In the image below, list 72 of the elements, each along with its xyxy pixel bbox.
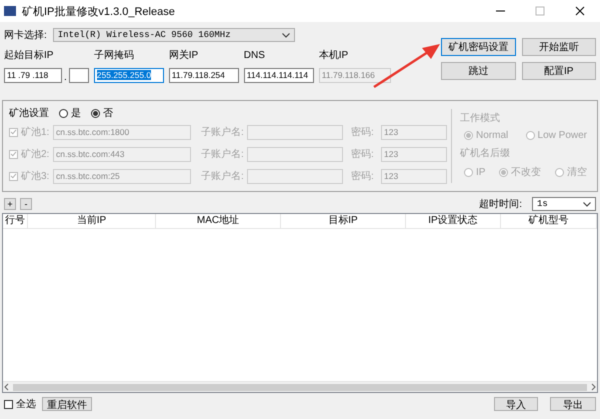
radio-button[interactable] <box>91 108 100 118</box>
column-header[interactable]: 矿机型号 <box>501 214 597 228</box>
export-button[interactable]: 导出 <box>550 397 596 411</box>
field-label: 子账户名: <box>201 170 245 183</box>
column-header[interactable]: 行号 <box>3 214 28 228</box>
pool-label: 矿池2: <box>21 148 50 161</box>
scroll-right-icon[interactable] <box>589 383 597 391</box>
radio-button[interactable] <box>464 168 473 176</box>
import-button[interactable]: 导入 <box>494 397 538 411</box>
field-label: 子账户名: <box>201 148 245 161</box>
scroll-left-icon[interactable] <box>3 383 11 391</box>
radio-button[interactable] <box>464 131 473 140</box>
ip-input-field[interactable]: 255.255.255.0 <box>94 68 164 83</box>
field-label: 密码: <box>351 170 375 183</box>
radio-button[interactable] <box>59 108 68 118</box>
maximize-icon[interactable] <box>535 6 545 16</box>
action-button[interactable]: 配置IP <box>522 62 596 80</box>
section-label: 工作模式 <box>460 112 501 125</box>
pool-label: 矿池1: <box>21 126 50 139</box>
radio-label: IP <box>476 166 486 178</box>
field-label: 本机IP <box>318 50 350 62</box>
radio-label: 不改变 <box>511 166 542 179</box>
timeout-label: 超时时间: <box>479 198 522 211</box>
action-button[interactable]: 开始监听 <box>522 38 596 56</box>
ip-input-field[interactable]: 11.79.118.254 <box>168 68 239 83</box>
horizontal-scrollbar[interactable] <box>3 381 597 392</box>
field-label: 子网掩码 <box>94 50 135 62</box>
ip-input-field[interactable]: 11 .79 .118 <box>4 68 62 83</box>
radio-label: Normal <box>476 130 508 141</box>
checkbox-label: 全选 <box>16 398 36 411</box>
separator-dot: . <box>64 72 67 83</box>
radio-label: 清空 <box>566 166 587 179</box>
adapter-dropdown[interactable]: Intel(R) Wireless-AC 9560 160MHz <box>52 28 295 42</box>
octet-input-field[interactable] <box>68 68 89 83</box>
radio-label: Low Power <box>538 130 587 141</box>
column-header[interactable]: IP设置状态 <box>406 214 501 228</box>
window-title: 矿机IP批量修改v1.3.0_Release <box>22 4 176 18</box>
ip-input-field[interactable]: 114.114.114.114 <box>244 68 314 83</box>
action-button[interactable]: 矿机密码设置 <box>441 38 516 56</box>
account-input-field[interactable] <box>247 146 343 162</box>
scrollbar-thumb[interactable] <box>13 384 587 390</box>
account-input-field[interactable] <box>247 124 343 140</box>
radio-label: 否 <box>103 107 113 120</box>
caret-icon <box>282 32 290 38</box>
field-label: 密码: <box>351 148 375 161</box>
account-input-field[interactable] <box>247 168 343 184</box>
radio-label: 是 <box>71 107 81 120</box>
checkbox[interactable] <box>4 400 13 408</box>
radio-button[interactable] <box>499 168 508 176</box>
column-header[interactable]: 目标IP <box>281 214 406 228</box>
group-title: 矿池设置 <box>9 106 49 120</box>
caret-icon <box>583 202 591 206</box>
pool-label: 矿池3: <box>21 170 50 183</box>
annotation-arrow <box>373 44 440 88</box>
action-button[interactable]: 跳过 <box>441 62 516 80</box>
restart-button[interactable]: 重启软件 <box>42 397 92 411</box>
field-label: 网关IP <box>168 50 200 62</box>
field-label: DNS <box>244 50 266 62</box>
column-header[interactable]: 当前IP <box>28 214 156 228</box>
close-icon[interactable] <box>575 6 585 16</box>
radio-button[interactable] <box>526 131 535 140</box>
add-button[interactable]: + <box>4 198 16 210</box>
column-header[interactable]: MAC地址 <box>156 214 281 228</box>
section-label: 矿机名后缀 <box>460 146 511 160</box>
field-label: 子账户名: <box>201 126 245 139</box>
field-label: 密码: <box>351 126 375 139</box>
field-label: 网卡选择: <box>4 28 47 42</box>
timeout-dropdown[interactable]: 1s <box>532 197 596 211</box>
radio-button[interactable] <box>554 168 564 176</box>
remove-button[interactable]: - <box>20 198 32 210</box>
field-label: 起始目标IP <box>4 50 54 62</box>
app-logo-icon <box>4 6 16 16</box>
